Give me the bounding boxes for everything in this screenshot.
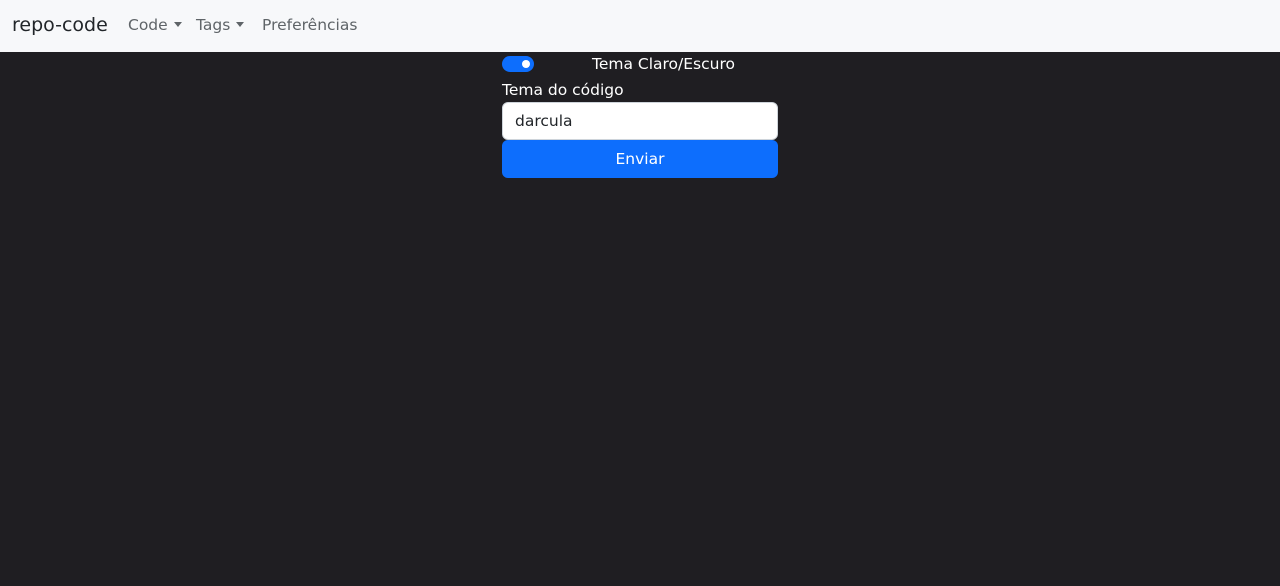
nav-tags-dropdown[interactable]: Tags [196,14,245,36]
switch-knob [522,60,530,68]
nav-code-dropdown[interactable]: Code [128,14,182,36]
theme-toggle-label: Tema Claro/Escuro [592,55,735,73]
theme-toggle-switch[interactable] [502,56,534,72]
brand-link[interactable]: repo-code [12,12,108,38]
code-theme-label: Tema do código [502,81,624,99]
nav-code-label: Code [128,16,168,34]
caret-down-icon [236,22,245,27]
caret-down-icon [173,22,182,27]
code-theme-input[interactable] [502,102,778,140]
nav-preferences-link[interactable]: Preferências [262,14,357,36]
nav-tags-label: Tags [196,16,231,34]
navbar: repo-code Code Tags Preferências [0,0,1280,52]
submit-button[interactable]: Enviar [502,140,778,178]
nav-preferences-label: Preferências [262,16,358,34]
